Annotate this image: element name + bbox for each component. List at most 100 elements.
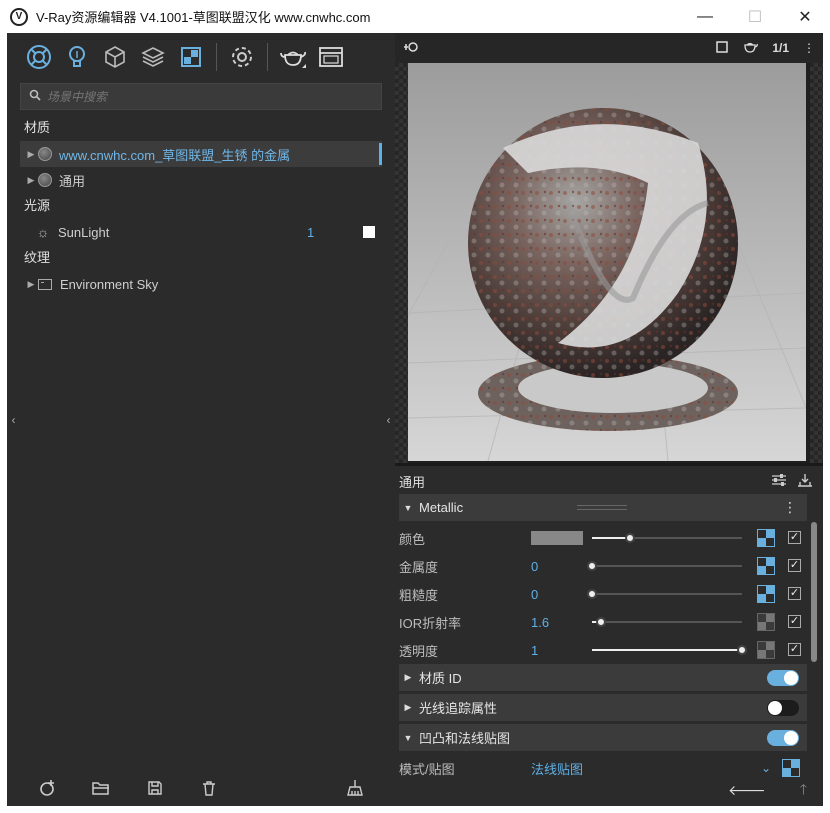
param-checkbox[interactable]: ✓	[788, 531, 801, 544]
panel-divider[interactable]	[395, 463, 823, 466]
render-teapot-icon[interactable]	[274, 38, 312, 76]
metallic-section-header[interactable]: ▼ Metallic ⋮	[399, 494, 807, 521]
open-folder-icon[interactable]	[74, 780, 128, 800]
material-item[interactable]: ▶ www.cnwhc.com_草图联盟_生锈 的金属	[20, 141, 382, 167]
settings-gear-icon[interactable]	[223, 38, 261, 76]
param-slider[interactable]	[592, 617, 742, 627]
texture-slot-icon[interactable]	[757, 613, 775, 631]
section-toggle[interactable]	[767, 729, 799, 746]
param-value[interactable]: 0	[531, 587, 591, 602]
materials-tab-icon[interactable]	[20, 38, 58, 76]
preview-scene-icon[interactable]	[403, 41, 419, 56]
asset-toolbar	[20, 33, 392, 80]
asset-list-panel: ‹ 场景中搜索 材质 ▶ www.cnwhc.com_草图联盟_生锈 的金属 ▶…	[7, 33, 395, 806]
param-slider[interactable]	[592, 533, 742, 543]
preview-render-image	[408, 63, 806, 461]
param-slider[interactable]	[587, 589, 742, 599]
lights-tab-icon[interactable]	[58, 38, 96, 76]
properties-footer: 🡐 🡑	[395, 775, 823, 806]
close-button[interactable]: ✕	[780, 0, 830, 33]
search-icon	[29, 89, 41, 104]
save-icon[interactable]	[128, 780, 182, 800]
maximize-button[interactable]: ☐	[730, 0, 780, 33]
param-slider[interactable]	[592, 645, 747, 655]
material-id-section-header[interactable]: ▶ 材质 ID	[399, 664, 807, 691]
param-value[interactable]: 0	[531, 559, 591, 574]
material-item[interactable]: ▶ 通用	[20, 167, 382, 193]
texture-item[interactable]: ▶ Environment Sky	[20, 271, 382, 297]
up-arrow-icon[interactable]: 🡑	[800, 779, 807, 803]
render-elements-tab-icon[interactable]	[134, 38, 172, 76]
texture-label: Environment Sky	[60, 276, 159, 292]
section-label: 材质 ID	[419, 671, 462, 686]
light-enable-checkbox[interactable]	[363, 226, 375, 238]
section-toggle[interactable]	[767, 669, 799, 686]
material-preview	[395, 63, 823, 463]
import-material-icon[interactable]	[797, 473, 813, 490]
collapse-left-icon[interactable]: ‹	[7, 33, 20, 806]
expand-triangle-icon[interactable]: ▶	[399, 672, 417, 683]
search-input[interactable]	[47, 89, 347, 104]
param-value[interactable]: 1.6	[531, 615, 591, 630]
drag-grip[interactable]	[577, 505, 627, 510]
delete-trash-icon[interactable]	[182, 780, 236, 800]
texture-slot-icon[interactable]	[757, 585, 775, 603]
expand-arrow-icon[interactable]: ▶	[24, 279, 38, 290]
color-swatch[interactable]	[531, 531, 583, 545]
frame-buffer-icon[interactable]	[312, 38, 350, 76]
param-checkbox[interactable]: ✓	[788, 559, 801, 572]
texture-slot-icon[interactable]	[757, 641, 775, 659]
category-textures: 纹理	[24, 250, 51, 265]
param-checkbox[interactable]: ✓	[788, 587, 801, 600]
window-title: V-Ray资源编辑器 V4.1001-草图联盟汉化 www.cnwhc.com	[36, 10, 371, 25]
region-render-icon[interactable]	[716, 40, 729, 56]
collapse-triangle-icon[interactable]: ▼	[399, 733, 417, 743]
light-label: SunLight	[58, 224, 110, 240]
param-label: 透明度	[399, 643, 439, 659]
category-lights: 光源	[24, 198, 51, 213]
textures-tab-icon[interactable]	[172, 38, 210, 76]
chevron-down-icon[interactable]: ⌄	[761, 761, 771, 775]
param-checkbox[interactable]: ✓	[788, 643, 801, 656]
properties-scrollbar[interactable]	[809, 494, 819, 774]
param-row-metalness: 金属度 0 ✓	[399, 552, 807, 580]
sliders-settings-icon[interactable]	[771, 473, 787, 490]
texture-slot-icon[interactable]	[757, 529, 775, 547]
bump-section-header[interactable]: ▼ 凹凸和法线贴图	[399, 724, 807, 751]
param-row-opacity: 透明度 1 ✓	[399, 636, 807, 664]
section-label: Metallic	[419, 500, 464, 515]
scrollbar-thumb[interactable]	[811, 522, 817, 662]
texture-slot-icon[interactable]	[757, 557, 775, 575]
purge-broom-icon[interactable]	[328, 779, 382, 801]
preview-ratio-label[interactable]: 1/1	[772, 41, 789, 55]
param-label: 粗糙度	[399, 587, 439, 603]
light-item[interactable]: ☼ SunLight 1	[20, 219, 382, 245]
param-value[interactable]: 1	[531, 643, 591, 658]
param-label: 颜色	[399, 531, 426, 547]
section-menu-icon[interactable]: ⋮	[783, 499, 797, 516]
param-checkbox[interactable]: ✓	[788, 615, 801, 628]
scene-search-box[interactable]	[20, 83, 382, 110]
expand-arrow-icon[interactable]: ▶	[24, 175, 38, 186]
preview-teapot-icon[interactable]	[742, 41, 759, 56]
expand-arrow-icon[interactable]: ▶	[24, 149, 38, 160]
collapse-triangle-icon[interactable]: ▼	[399, 503, 417, 513]
kebab-menu-icon[interactable]: ⋮	[803, 41, 815, 55]
expand-triangle-icon[interactable]: ▶	[399, 702, 417, 713]
minimize-button[interactable]: —	[680, 0, 730, 33]
section-toggle[interactable]	[767, 699, 799, 716]
toolbar-separator	[267, 42, 268, 71]
asset-actions-bar	[20, 773, 382, 806]
asset-tree: 材质 ▶ www.cnwhc.com_草图联盟_生锈 的金属 ▶ 通用 光源 ☼…	[20, 115, 382, 765]
geometry-tab-icon[interactable]	[96, 38, 134, 76]
raytrace-section-header[interactable]: ▶ 光线追踪属性	[399, 694, 807, 721]
param-slider[interactable]	[587, 561, 742, 571]
back-arrow-icon[interactable]: 🡐	[728, 782, 766, 799]
add-asset-icon[interactable]	[20, 779, 74, 801]
material-sphere-icon	[38, 147, 52, 161]
section-label: 凹凸和法线贴图	[419, 731, 511, 746]
toolbar-separator	[216, 42, 217, 71]
collapse-middle-icon[interactable]: ‹	[382, 33, 395, 806]
properties-list: ▼ Metallic ⋮ 颜色 ✓ 金属度 0 ✓ 粗糙度 0 ✓ IOR折射率…	[399, 494, 807, 777]
environment-texture-icon	[38, 278, 52, 290]
